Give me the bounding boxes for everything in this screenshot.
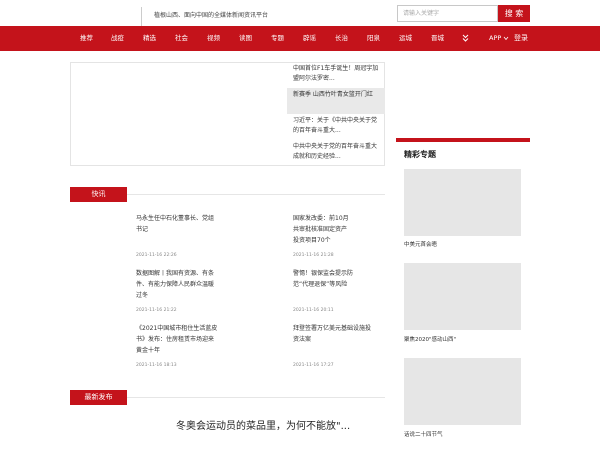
news-time: 2021-11-16 20:11 (293, 308, 334, 313)
topic-image[interactable] (404, 263, 521, 330)
feature-item[interactable]: 中共中央关于党的百年奋斗重大成就和历史经验... (287, 140, 385, 166)
news-thumbnail[interactable] (70, 213, 120, 253)
news-title[interactable]: 拜登签署万亿美元基础设施投资法案 (293, 323, 375, 347)
nav-item-epidemic[interactable]: 战疫 (111, 26, 124, 51)
nav-item-rumor[interactable]: 辟谣 (303, 26, 316, 51)
nav-item-jincheng[interactable]: 晋城 (431, 26, 444, 51)
chevron-down-icon (503, 34, 509, 42)
news-thumbnail[interactable] (70, 323, 120, 363)
news-time: 2021-11-16 22:26 (136, 253, 177, 258)
news-title[interactable]: 马永生任中石化董事长、党组书记 (136, 213, 218, 237)
main-nav: 推荐 战疫 精选 社会 视频 读图 专题 辟谣 长治 阳泉 运城 晋城 APP … (0, 26, 600, 51)
topic-label[interactable]: 中美元首会晤 (404, 240, 437, 248)
login-link[interactable]: 登录 (514, 26, 528, 51)
news-thumbnail[interactable] (70, 268, 120, 308)
search-input[interactable]: 请输入关键字 (397, 5, 498, 22)
nav-item-video[interactable]: 视频 (207, 26, 220, 51)
news-time: 2021-11-16 18:13 (136, 363, 177, 368)
feature-item[interactable]: 新赛季 山西竹叶青女篮开门红 (287, 88, 385, 114)
topic-image[interactable] (404, 169, 521, 236)
feature-item[interactable]: 习近平：关于《中共中央关于党的百年奋斗重大... (287, 114, 385, 140)
site-slogan: 植根山西、面向中国的全媒体新闻资讯平台 (154, 12, 269, 19)
topic-image[interactable] (404, 358, 521, 425)
news-title[interactable]: 数据图解丨我国有资源、有条件、有能力保障人民群众温暖过冬 (136, 268, 216, 302)
news-time: 2021-11-16 21:28 (293, 253, 334, 258)
news-title[interactable]: 警惕！银保监会提示防范“代理退保”等风险 (293, 268, 355, 292)
news-title[interactable]: 《2021中国城市租住生活蓝皮书》发布：住房租赁市场迎来黄金十年 (136, 323, 218, 357)
latest-headline[interactable]: 冬奥会运动员的菜品里，为何不能放"... (176, 417, 350, 432)
nav-item-pictures[interactable]: 读图 (239, 26, 252, 51)
sidebar-title: 精彩专题 (404, 150, 436, 159)
news-thumbnail[interactable] (228, 268, 278, 308)
news-thumbnail[interactable] (228, 213, 278, 253)
search-button[interactable]: 搜 索 (498, 5, 530, 22)
news-thumbnail[interactable] (228, 323, 278, 363)
topic-label[interactable]: 话说二十四节气 (404, 430, 443, 438)
feature-list: 中国首位F1车手诞生！周冠宇加盟阿尔法罗密... 新赛季 山西竹叶青女篮开门红 … (287, 62, 385, 166)
flash-heading: 快讯 (70, 187, 127, 202)
app-label: APP (489, 34, 502, 42)
nav-item-recommend[interactable]: 推荐 (80, 26, 93, 51)
news-time: 2021-11-16 21:22 (136, 308, 177, 313)
nav-item-yangquan[interactable]: 阳泉 (367, 26, 380, 51)
nav-item-society[interactable]: 社会 (175, 26, 188, 51)
app-menu[interactable]: APP (489, 26, 509, 51)
double-chevron-down-icon[interactable] (462, 26, 469, 51)
nav-item-changzhi[interactable]: 长治 (335, 26, 348, 51)
news-title[interactable]: 国家发改委：前10月共审批核准固定资产投资项目70个 (293, 213, 351, 247)
nav-item-featured[interactable]: 精选 (143, 26, 156, 51)
latest-heading: 最新发布 (70, 390, 127, 405)
feature-item[interactable]: 中国首位F1车手诞生！周冠宇加盟阿尔法罗密... (287, 62, 385, 88)
topic-label[interactable]: 聚焦2020"感动山西" (404, 335, 456, 343)
nav-item-topics[interactable]: 专题 (271, 26, 284, 51)
nav-item-yuncheng[interactable]: 运城 (399, 26, 412, 51)
news-time: 2021-11-16 17:27 (293, 363, 334, 368)
